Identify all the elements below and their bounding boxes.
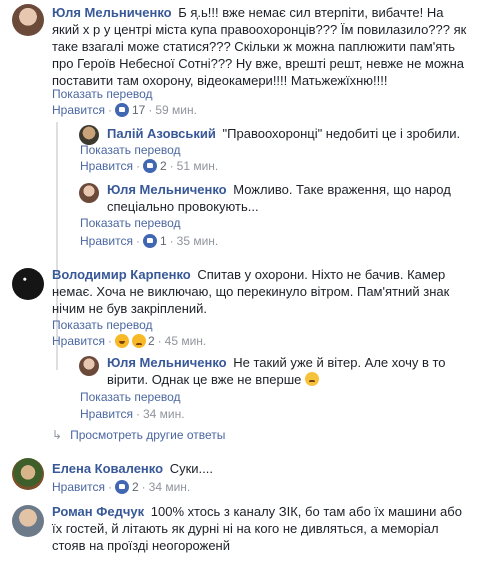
show-translation-link[interactable]: Показать перевод	[80, 390, 181, 404]
comment-author[interactable]: Володимир Карпенко	[52, 267, 191, 282]
more-replies-row[interactable]: ↳ Просмотреть другие ответы	[52, 428, 225, 442]
avatar[interactable]	[12, 268, 44, 300]
avatar[interactable]	[79, 183, 99, 203]
comment-author[interactable]: Роман Федчук	[52, 504, 144, 519]
show-translation-link[interactable]: Показать перевод	[80, 216, 181, 230]
like-link[interactable]: Нравится	[52, 103, 105, 117]
sad-reaction-icon[interactable]	[131, 334, 146, 348]
comment-author[interactable]: Юля Мельниченко	[107, 355, 227, 370]
comment-actions: Нравится · 2 · 34 мин.	[52, 480, 191, 494]
sad-emoji-icon	[305, 372, 319, 386]
comment-body: Палій Азовський "Правоохоронці" недобиті…	[107, 125, 477, 142]
reaction-count[interactable]: 2	[160, 159, 167, 173]
avatar[interactable]	[79, 125, 99, 145]
comment-actions: Нравится · 17 · 59 мин.	[52, 103, 197, 117]
comment-actions: Нравится · 34 мин.	[80, 407, 185, 421]
haha-reaction-icon[interactable]	[114, 334, 129, 348]
comment-body: Елена Коваленко Суки....	[52, 460, 472, 477]
reaction-count[interactable]: 2	[148, 334, 155, 348]
comment-text: "Правоохоронці" недобиті це і зробили.	[222, 126, 461, 141]
comment-actions: Нравится · 2 · 51 мин.	[80, 159, 219, 173]
like-link[interactable]: Нравится	[52, 480, 105, 494]
comment-time[interactable]: 45 мин.	[165, 334, 207, 348]
like-reaction-icon[interactable]	[114, 480, 129, 494]
comment-time[interactable]: 34 мин.	[149, 480, 191, 494]
like-reaction-icon[interactable]	[142, 159, 157, 173]
comment-time[interactable]: 51 мин.	[177, 159, 219, 173]
comment-author[interactable]: Палій Азовський	[107, 126, 216, 141]
more-replies-link[interactable]: Просмотреть другие ответы	[70, 428, 225, 442]
like-reaction-icon[interactable]	[114, 103, 129, 117]
reaction-count[interactable]: 1	[160, 234, 167, 248]
like-link[interactable]: Нравится	[80, 159, 133, 173]
show-translation-link[interactable]: Показать перевод	[80, 143, 181, 157]
like-reaction-icon[interactable]	[142, 234, 157, 248]
comment-actions: Нравится · 2 · 45 мин.	[52, 334, 207, 348]
avatar[interactable]	[12, 505, 44, 537]
comment-body: Юля Мельниченко Не такий уже й вітер. Ал…	[107, 354, 447, 388]
reaction-count[interactable]: 17	[132, 103, 145, 117]
comment-body: Юля Мельниченко Можливо. Таке враження, …	[107, 181, 462, 215]
like-link[interactable]: Нравится	[52, 334, 105, 348]
reply-arrow-icon: ↳	[52, 428, 63, 442]
reaction-count[interactable]: 2	[132, 480, 139, 494]
comment-author[interactable]: Юля Мельниченко	[107, 182, 227, 197]
comment-time[interactable]: 59 мин.	[155, 103, 197, 117]
show-translation-link[interactable]: Показать перевод	[52, 87, 153, 101]
avatar[interactable]	[79, 356, 99, 376]
like-link[interactable]: Нравится	[80, 234, 133, 248]
comment-body: Роман Федчук 100% хтось з каналу ЗІК, бо…	[52, 503, 472, 554]
like-link[interactable]: Нравится	[80, 407, 133, 421]
avatar[interactable]	[12, 458, 44, 490]
avatar[interactable]	[12, 4, 44, 36]
comment-text: Суки....	[169, 461, 213, 476]
comment-time[interactable]: 34 мин.	[143, 407, 185, 421]
comment-author[interactable]: Елена Коваленко	[52, 461, 163, 476]
comment-author[interactable]: Юля Мельниченко	[52, 5, 172, 20]
comment-time[interactable]: 35 мин.	[177, 234, 219, 248]
comment-actions: Нравится · 1 · 35 мин.	[80, 234, 219, 248]
comment-body: Юля Мельниченко Б я̦.ь!!! вже немає сил …	[52, 4, 472, 89]
show-translation-link[interactable]: Показать перевод	[52, 318, 153, 332]
comment-body: Володимир Карпенко Спитав у охорони. Ніх…	[52, 266, 472, 317]
